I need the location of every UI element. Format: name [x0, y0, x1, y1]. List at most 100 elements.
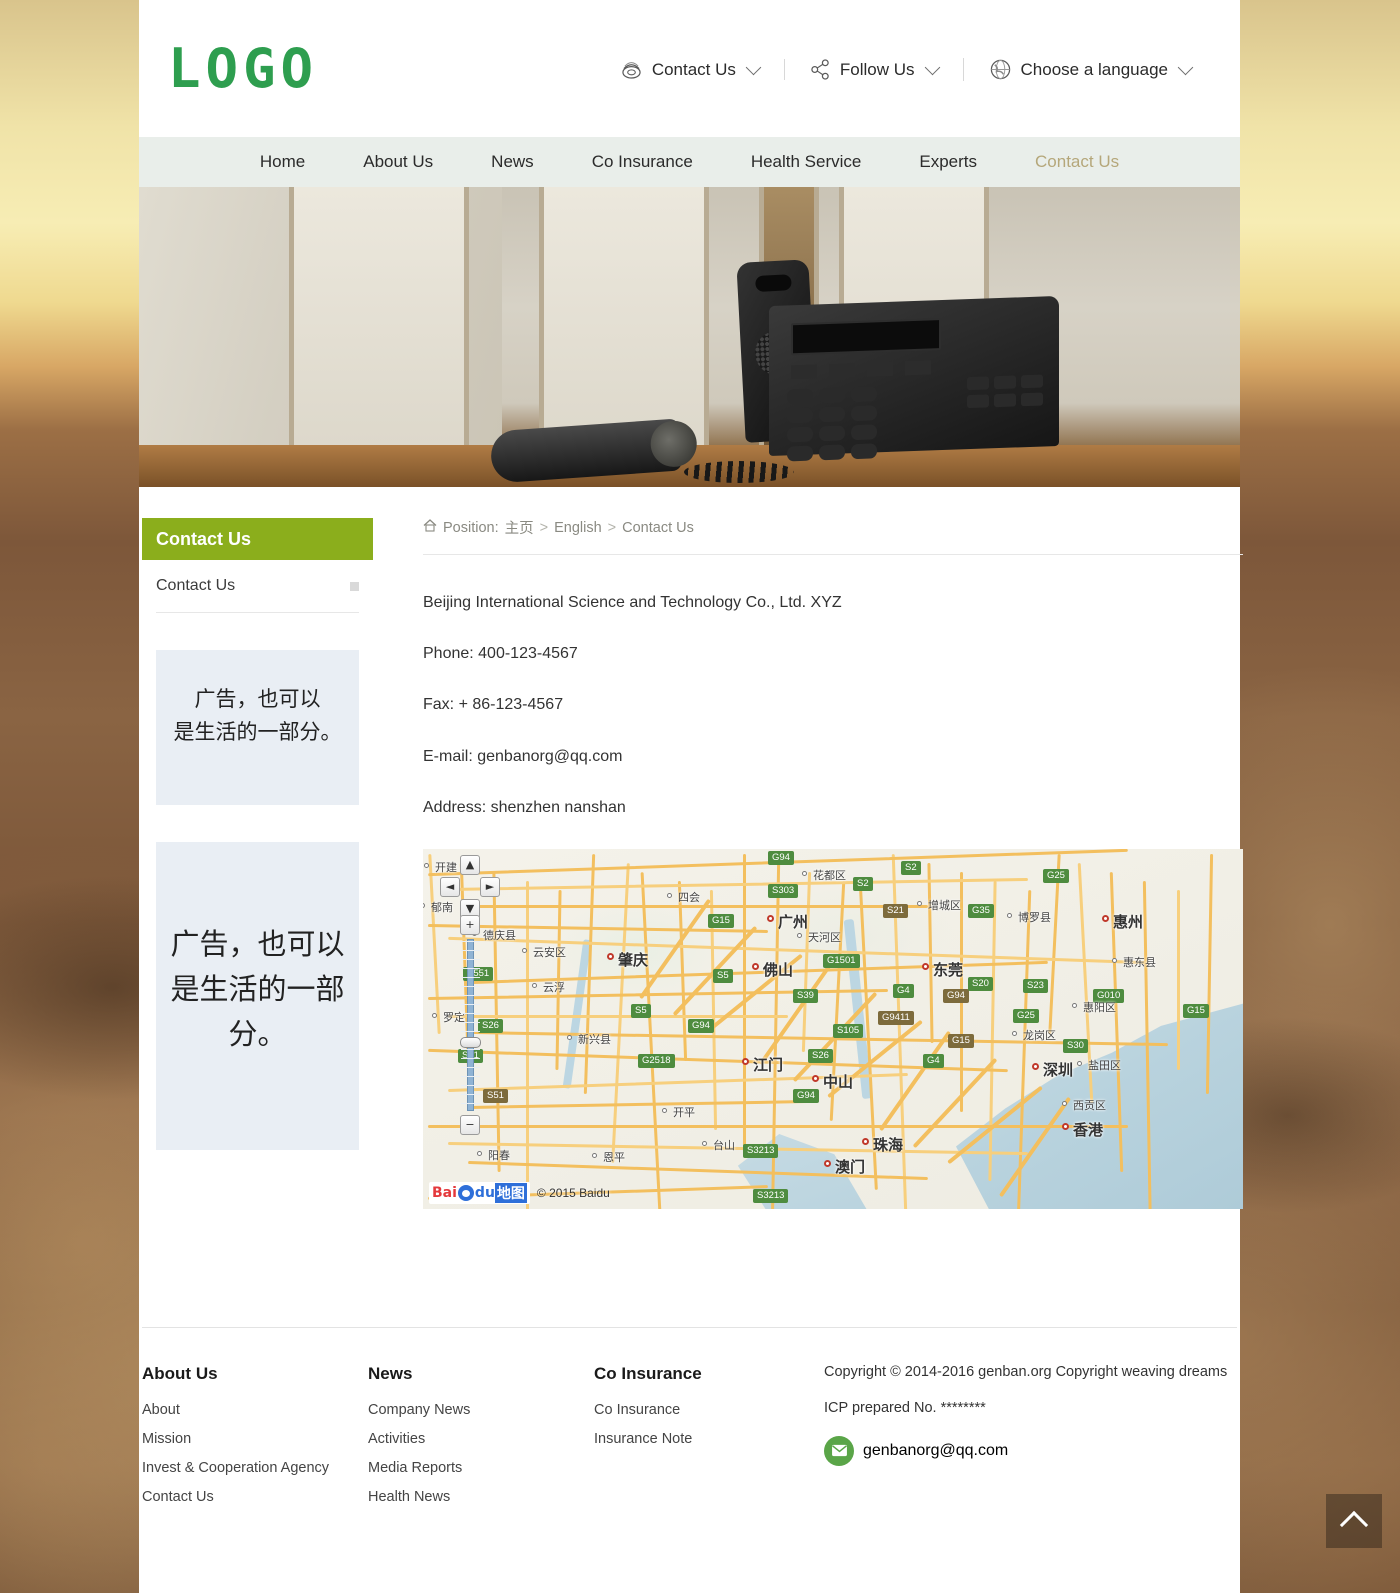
- footer-link-about[interactable]: About: [142, 1402, 368, 1418]
- square-marker-icon: [350, 581, 359, 591]
- map-route-shield: G94: [943, 988, 969, 1003]
- baidu-map[interactable]: G94 S2 S303 S21 G35 G25 S2 G15 G1501 G4 G94 S20 S23 G…: [423, 848, 1243, 1209]
- map-city-label: 天河区: [808, 930, 841, 944]
- nav-item-co-insurance[interactable]: Co Insurance: [563, 137, 722, 187]
- map-city-dot: [522, 947, 527, 953]
- sidebar-item-contact-us[interactable]: Contact Us: [156, 560, 359, 613]
- map-city-dot: [862, 1137, 869, 1145]
- ad-line-2: 是生活的一部分。: [173, 719, 342, 744]
- map-route-shield: S5: [713, 968, 733, 983]
- icp-text: ICP prepared No. ********: [824, 1399, 986, 1416]
- main-column: Position: 主页 > English > Contact Us Beij…: [373, 487, 1268, 1209]
- site-logo[interactable]: LOGO: [168, 41, 318, 96]
- nav-item-health-service[interactable]: Health Service: [722, 137, 891, 187]
- footer-link-insurance-note[interactable]: Insurance Note: [594, 1431, 820, 1447]
- map-road: [1177, 889, 1180, 1070]
- map-route-shield: G4: [893, 983, 914, 998]
- sidebar-item-label: Contact Us: [156, 577, 236, 594]
- contact-fax: Fax: + 86-123-4567: [423, 696, 564, 714]
- contact-info-block: Beijing International Science and Techno…: [423, 555, 1243, 817]
- phone-ear-slot: [755, 274, 792, 293]
- map-route-shield: S20: [968, 976, 993, 991]
- footer-link-media-reports[interactable]: Media Reports: [368, 1460, 594, 1476]
- map-city-label: 珠海: [873, 1135, 904, 1154]
- map-route-shield: G2518: [638, 1053, 675, 1068]
- map-road: [448, 1014, 788, 1018]
- map-zoom-slider-thumb[interactable]: [460, 1036, 481, 1048]
- map-city-label: 云安区: [533, 945, 566, 959]
- header-link-choose-language[interactable]: Choose a language: [962, 58, 1216, 81]
- map-road: [428, 1124, 1128, 1128]
- map-city-dot: [477, 1150, 482, 1156]
- phone-keypad: [787, 386, 877, 462]
- map-route-shield: S23: [1023, 978, 1048, 993]
- map-city-dot: [742, 1057, 749, 1065]
- header-link-follow-us[interactable]: Follow Us: [783, 59, 963, 80]
- footer-email-text: genbanorg@qq.com: [863, 1441, 1009, 1459]
- map-route-shield: G15: [708, 913, 734, 928]
- header-link-label: Contact Us: [651, 59, 736, 79]
- map-route-shield: S51: [483, 1088, 508, 1103]
- hero-window-panel: [289, 187, 469, 445]
- map-copyright: © 2015 Baidu: [536, 1185, 610, 1200]
- footer-link-activities[interactable]: Activities: [368, 1431, 594, 1447]
- map-city-dot: [1062, 1100, 1067, 1106]
- sidebar-ad-banner-1[interactable]: 广告，也可以 是生活的一部分。: [156, 650, 359, 805]
- contact-email: E-mail: genbanorg@qq.com: [423, 747, 623, 765]
- home-icon: [423, 519, 437, 536]
- footer-link-company-news[interactable]: Company News: [368, 1402, 594, 1418]
- footer-column-about-us: About Us About Mission Invest & Cooperat…: [142, 1364, 368, 1518]
- map-city-dot: [797, 932, 802, 938]
- map-city-label: 云浮: [543, 980, 565, 994]
- header-link-contact-us[interactable]: Contact Us: [595, 60, 784, 80]
- map-city-label: 花都区: [813, 868, 846, 882]
- map-city-label: 惠阳区: [1083, 1000, 1116, 1014]
- scroll-to-top-button[interactable]: [1326, 1494, 1382, 1548]
- footer-link-mission[interactable]: Mission: [142, 1431, 368, 1447]
- footer-email-row[interactable]: genbanorg@qq.com: [824, 1435, 1240, 1466]
- map-city-label: 盐田区: [1088, 1058, 1121, 1072]
- map-city-label: 澳门: [835, 1157, 866, 1176]
- map-zoom-out-button[interactable]: −: [460, 1114, 480, 1135]
- map-city-dot: [667, 892, 672, 898]
- nav-item-home[interactable]: Home: [231, 137, 334, 187]
- footer-copyright-block: Copyright © 2014-2016 genban.org Copyrig…: [820, 1364, 1240, 1518]
- map-pan-left-button[interactable]: ◄: [440, 876, 460, 897]
- nav-item-experts[interactable]: Experts: [890, 137, 1006, 187]
- map-route-shield: G35: [968, 903, 994, 918]
- breadcrumb-item-home[interactable]: 主页: [505, 517, 534, 538]
- nav-item-contact-us[interactable]: Contact Us: [1006, 137, 1148, 187]
- map-city-label: 龙岗区: [1023, 1028, 1056, 1042]
- phone-icon: [620, 60, 643, 79]
- map-route-shield: G4: [923, 1053, 944, 1068]
- nav-item-about-us[interactable]: About Us: [334, 137, 462, 187]
- map-zoom-ticks: [461, 940, 480, 1109]
- breadcrumb-item-contact-us[interactable]: Contact Us: [622, 520, 694, 536]
- map-route-shield: S21: [883, 903, 908, 918]
- breadcrumb-prefix: Position:: [443, 519, 499, 536]
- map-route-shield: S3213: [753, 1188, 789, 1203]
- map-route-shield: S30: [1063, 1038, 1088, 1053]
- breadcrumb-separator: >: [607, 519, 617, 536]
- footer-link-invest-cooperation-agency[interactable]: Invest & Cooperation Agency: [142, 1460, 368, 1476]
- map-route-shield: S39: [793, 988, 818, 1003]
- nav-item-news[interactable]: News: [462, 137, 563, 187]
- desk-phone: [769, 295, 1059, 462]
- map-attribution: Bai du 地图 © 2015 Baidu: [429, 1181, 610, 1204]
- map-city-dot: [424, 862, 429, 868]
- map-city-dot: [1102, 914, 1109, 922]
- ad-line-1: 广告，也可以: [170, 927, 345, 961]
- footer-link-health-news[interactable]: Health News: [368, 1489, 594, 1505]
- footer-link-contact-us[interactable]: Contact Us: [142, 1489, 368, 1505]
- map-zoom-in-button[interactable]: +: [460, 914, 480, 935]
- map-city-label: 惠州: [1113, 912, 1144, 931]
- map-pan-up-button[interactable]: ▲: [460, 854, 480, 875]
- map-city-label: 东莞: [933, 960, 964, 979]
- footer-link-co-insurance[interactable]: Co Insurance: [594, 1402, 820, 1418]
- phone-soft-keys: [791, 360, 941, 380]
- sidebar-ad-banner-2[interactable]: 广告，也可以 是生活的一部分。: [156, 842, 359, 1150]
- breadcrumb-item-english[interactable]: English: [554, 520, 602, 536]
- map-pan-right-button[interactable]: ►: [480, 876, 500, 897]
- baidu-logo-icon[interactable]: Bai du 地图: [429, 1181, 530, 1204]
- map-city-label: 广州: [778, 912, 809, 931]
